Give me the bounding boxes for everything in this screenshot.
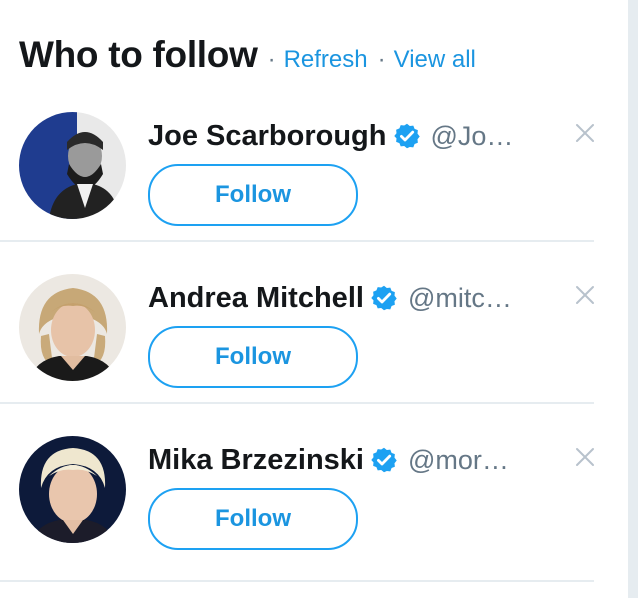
row-divider (0, 240, 594, 242)
page: Who to follow · Refresh · View all Joe S… (0, 0, 638, 598)
portrait-avatar-image (19, 274, 126, 381)
portrait-avatar-image (19, 112, 126, 219)
portrait-avatar-image (19, 436, 126, 543)
avatar[interactable] (19, 112, 126, 219)
user-name-line: Andrea Mitchell @mitc… (148, 278, 548, 318)
who-to-follow-module: Who to follow · Refresh · View all Joe S… (0, 0, 626, 598)
refresh-link[interactable]: Refresh (284, 46, 368, 74)
close-icon[interactable] (574, 122, 596, 144)
user-name-line: Joe Scarborough @Jo… (148, 116, 548, 156)
header-separator: · (377, 46, 386, 73)
follow-button[interactable]: Follow (148, 164, 358, 226)
verified-badge-icon (370, 446, 398, 474)
row-divider (0, 402, 594, 404)
close-icon[interactable] (574, 284, 596, 306)
user-screen-name[interactable]: @mitc… (408, 283, 512, 314)
suggestion-item: Joe Scarborough @Jo… Follow (0, 100, 594, 262)
module-header: Who to follow · Refresh · View all (19, 34, 476, 84)
user-full-name[interactable]: Andrea Mitchell (148, 282, 364, 315)
header-separator: · (267, 46, 276, 73)
avatar[interactable] (19, 436, 126, 543)
close-icon[interactable] (574, 446, 596, 468)
user-full-name[interactable]: Mika Brzezinski (148, 444, 364, 477)
user-full-name[interactable]: Joe Scarborough (148, 120, 387, 153)
verified-badge-icon (370, 284, 398, 312)
row-divider (0, 580, 594, 582)
follow-button[interactable]: Follow (148, 326, 358, 388)
verified-badge-icon (393, 122, 421, 150)
suggestion-item: Mika Brzezinski @mor… Follow (0, 424, 594, 586)
avatar[interactable] (19, 274, 126, 381)
module-title: Who to follow (19, 34, 258, 75)
user-screen-name[interactable]: @mor… (408, 445, 509, 476)
user-name-line: Mika Brzezinski @mor… (148, 440, 548, 480)
page-gutter (628, 0, 638, 598)
suggestion-item: Andrea Mitchell @mitc… Follow (0, 262, 594, 424)
user-screen-name[interactable]: @Jo… (431, 121, 514, 152)
view-all-link[interactable]: View all (394, 46, 476, 74)
follow-button[interactable]: Follow (148, 488, 358, 550)
